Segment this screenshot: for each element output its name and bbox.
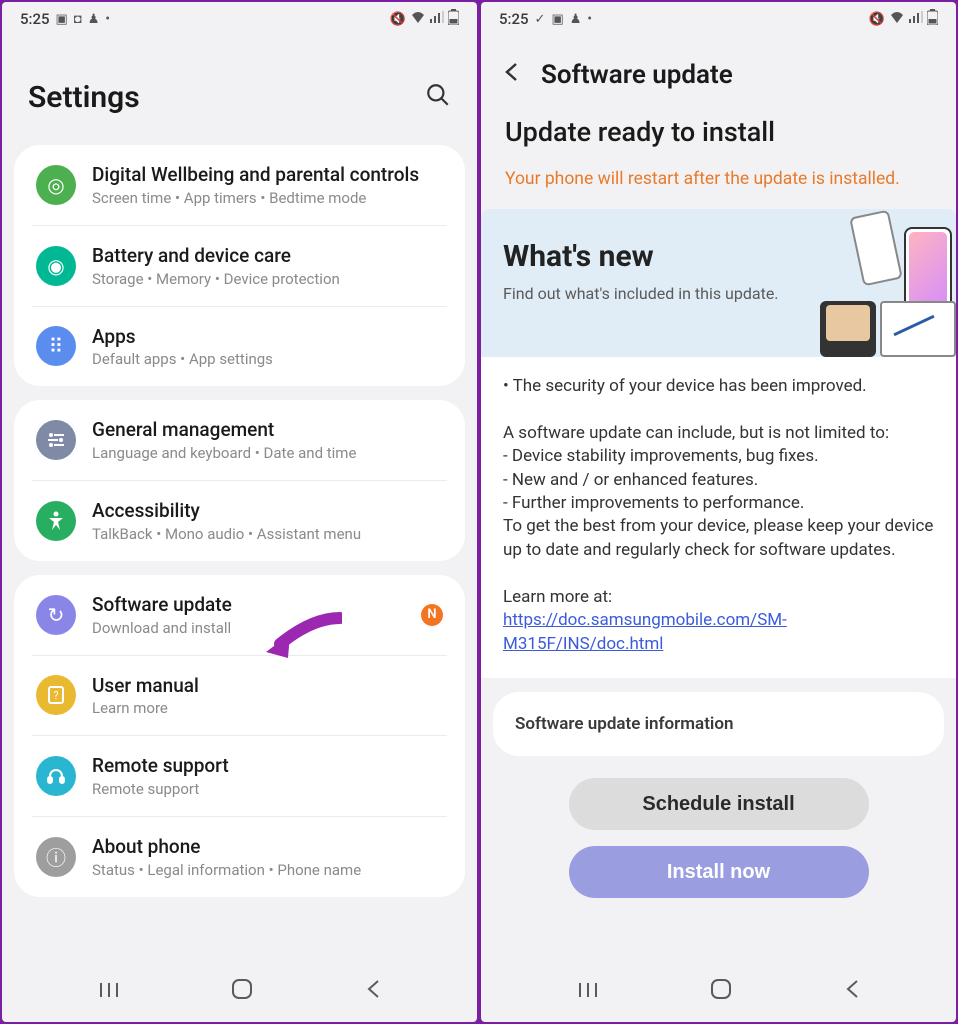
signal-icon bbox=[909, 11, 923, 27]
item-title: User manual bbox=[92, 674, 443, 698]
image-icon: ▣ bbox=[56, 12, 68, 27]
schedule-install-button[interactable]: Schedule install bbox=[569, 778, 869, 830]
item-subtitle: Language and keyboard • Date and time bbox=[92, 444, 443, 462]
settings-item-wellbeing[interactable]: ◎ Digital Wellbeing and parental control… bbox=[32, 145, 447, 226]
mute-icon: 🔇 bbox=[869, 12, 885, 27]
nav-back-icon[interactable] bbox=[365, 978, 381, 1006]
note-learn: Learn more at: bbox=[503, 586, 934, 609]
item-subtitle: Remote support bbox=[92, 780, 443, 798]
more-icon: • bbox=[105, 12, 110, 27]
restart-warning: Your phone will restart after the update… bbox=[497, 168, 940, 209]
battery-icon bbox=[448, 9, 459, 29]
install-now-button[interactable]: Install now bbox=[569, 846, 869, 898]
battery-care-icon: ◉ bbox=[36, 246, 76, 286]
more-icon: • bbox=[587, 12, 592, 27]
app-icon: ♟ bbox=[88, 12, 100, 27]
item-subtitle: Default apps • App settings bbox=[92, 350, 443, 368]
item-subtitle: Screen time • App timers • Bedtime mode bbox=[92, 189, 443, 207]
remote-support-icon bbox=[36, 756, 76, 796]
item-title: General management bbox=[92, 418, 443, 442]
general-icon bbox=[36, 420, 76, 460]
item-title: Battery and device care bbox=[92, 244, 443, 268]
settings-item-remote-support[interactable]: Remote support Remote support bbox=[32, 736, 447, 817]
item-title: Accessibility bbox=[92, 499, 443, 523]
note-intro: A software update can include, but is no… bbox=[503, 422, 934, 445]
signal-icon bbox=[430, 11, 444, 27]
settings-header: Settings bbox=[2, 32, 477, 145]
software-update-icon: ↻ bbox=[36, 595, 76, 635]
battery-icon bbox=[927, 9, 938, 29]
about-phone-icon: ⓘ bbox=[36, 837, 76, 877]
settings-item-about-phone[interactable]: ⓘ About phone Status • Legal information… bbox=[32, 817, 447, 897]
device-illustration bbox=[796, 209, 956, 357]
stop-icon: ◘ bbox=[74, 11, 82, 27]
status-bar: 5:25 ▣ ◘ ♟ • 🔇 bbox=[2, 2, 477, 32]
info-label: Software update information bbox=[515, 714, 733, 734]
item-subtitle: Learn more bbox=[92, 699, 443, 717]
page-title: Settings bbox=[28, 80, 140, 115]
note-bullet: • The security of your device has been i… bbox=[503, 375, 934, 398]
release-notes: • The security of your device has been i… bbox=[481, 357, 956, 678]
note-li: - New and / or enhanced features. bbox=[503, 469, 934, 492]
phone-settings: 5:25 ▣ ◘ ♟ • 🔇 Settings ◎ bbox=[2, 2, 477, 1022]
note-li: - Further improvements to performance. bbox=[503, 492, 934, 515]
item-subtitle: Download and install bbox=[92, 619, 405, 637]
accessibility-icon bbox=[36, 501, 76, 541]
settings-item-apps[interactable]: ⠿ Apps Default apps • App settings bbox=[32, 307, 447, 387]
image-icon: ▣ bbox=[551, 12, 563, 27]
check-icon: ✓ bbox=[535, 12, 546, 27]
settings-group-3: ↻ Software update Download and install N… bbox=[14, 575, 465, 897]
item-title: Remote support bbox=[92, 754, 443, 778]
note-tail: To get the best from your device, please… bbox=[503, 515, 934, 562]
item-subtitle: TalkBack • Mono audio • Assistant menu bbox=[92, 525, 443, 543]
back-icon[interactable] bbox=[503, 61, 519, 89]
nav-home-icon[interactable] bbox=[231, 978, 253, 1006]
phone-software-update: 5:25 ✓ ▣ ♟ • 🔇 Software update Update re… bbox=[481, 2, 956, 1022]
action-buttons: Schedule install Install now bbox=[497, 756, 940, 906]
item-subtitle: Storage • Memory • Device protection bbox=[92, 270, 443, 288]
apps-icon: ⠿ bbox=[36, 326, 76, 366]
settings-item-general[interactable]: General management Language and keyboard… bbox=[32, 400, 447, 481]
item-title: About phone bbox=[92, 835, 443, 859]
settings-item-user-manual[interactable]: ? User manual Learn more bbox=[32, 656, 447, 737]
update-ready-title: Update ready to install bbox=[497, 108, 940, 168]
note-li: - Device stability improvements, bug fix… bbox=[503, 445, 934, 468]
settings-group-2: General management Language and keyboard… bbox=[14, 400, 465, 561]
settings-item-software-update[interactable]: ↻ Software update Download and install N bbox=[32, 575, 447, 656]
wifi-icon bbox=[889, 11, 905, 27]
learn-more-link[interactable]: https://doc.samsungmobile.com/SM-M315F/I… bbox=[503, 610, 787, 653]
status-bar: 5:25 ✓ ▣ ♟ • 🔇 bbox=[481, 2, 956, 32]
wellbeing-icon: ◎ bbox=[36, 165, 76, 205]
search-icon[interactable] bbox=[425, 82, 451, 114]
mute-icon: 🔇 bbox=[390, 12, 406, 27]
nav-back-icon[interactable] bbox=[844, 978, 860, 1006]
svg-text:?: ? bbox=[53, 689, 58, 702]
settings-item-accessibility[interactable]: Accessibility TalkBack • Mono audio • As… bbox=[32, 481, 447, 561]
item-title: Apps bbox=[92, 325, 443, 349]
nav-recent-icon[interactable] bbox=[577, 980, 599, 1005]
status-time: 5:25 bbox=[499, 10, 529, 28]
nav-home-icon[interactable] bbox=[710, 978, 732, 1006]
software-update-info[interactable]: Software update information bbox=[493, 692, 944, 756]
item-title: Software update bbox=[92, 593, 405, 617]
user-manual-icon: ? bbox=[36, 675, 76, 715]
item-subtitle: Status • Legal information • Phone name bbox=[92, 861, 443, 879]
software-update-header: Software update bbox=[481, 32, 956, 108]
new-badge: N bbox=[421, 604, 443, 626]
header-title: Software update bbox=[541, 60, 733, 90]
wifi-icon bbox=[410, 11, 426, 27]
whats-new-banner[interactable]: What's new Find out what's included in t… bbox=[481, 209, 956, 357]
item-title: Digital Wellbeing and parental controls bbox=[92, 163, 443, 187]
status-time: 5:25 bbox=[20, 10, 50, 28]
settings-item-battery[interactable]: ◉ Battery and device care Storage • Memo… bbox=[32, 226, 447, 307]
nav-recent-icon[interactable] bbox=[98, 980, 120, 1005]
app-icon: ♟ bbox=[570, 12, 582, 27]
nav-bar bbox=[481, 968, 956, 1022]
settings-group-1: ◎ Digital Wellbeing and parental control… bbox=[14, 145, 465, 386]
nav-bar bbox=[2, 968, 477, 1022]
